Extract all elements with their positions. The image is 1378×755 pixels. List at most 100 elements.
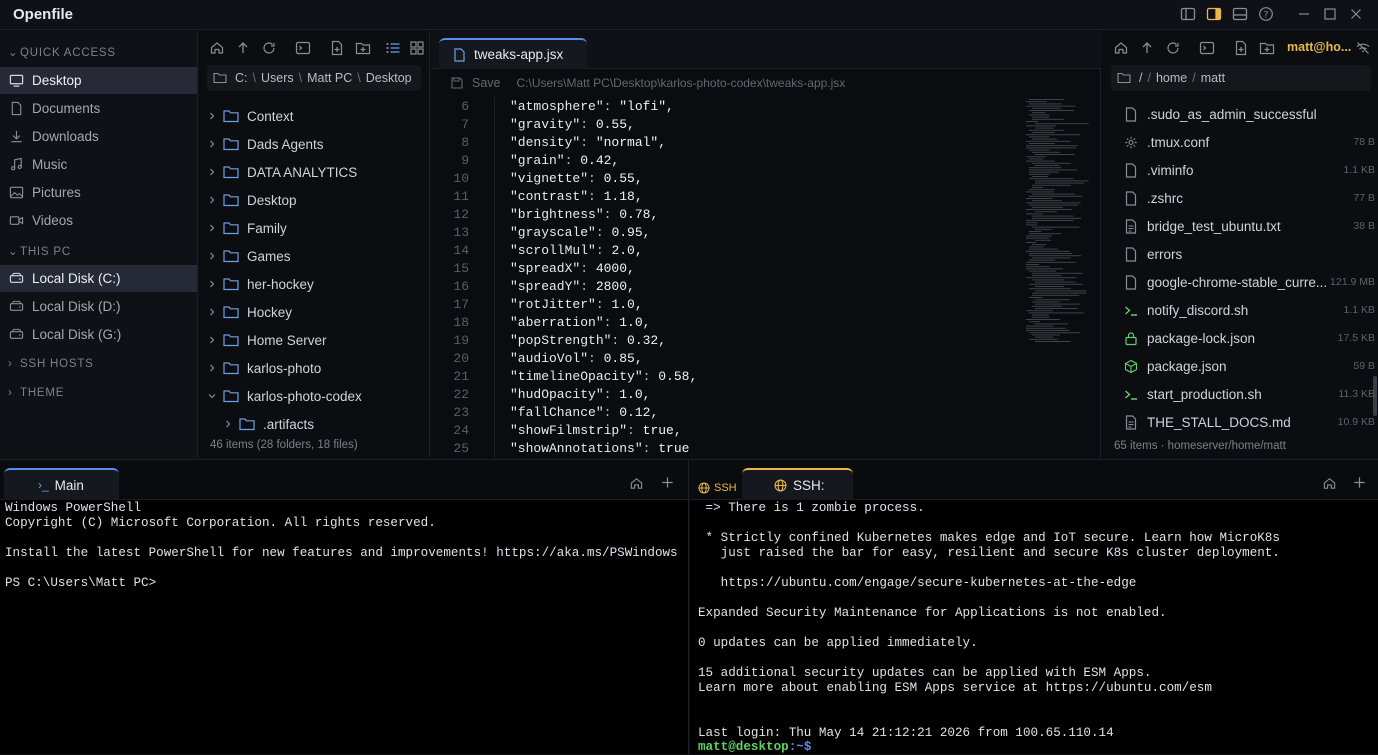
remote-file-item[interactable]: .tmux.conf 78 B: [1102, 128, 1378, 156]
remote-file-item[interactable]: notify_discord.sh 1.1 KB: [1102, 296, 1378, 324]
remote-file-item[interactable]: THE_STALL_DOCS.md 10.9 KB: [1102, 408, 1378, 436]
chevron-right-icon[interactable]: [207, 223, 217, 233]
tree-item[interactable]: karlos-photo-codex: [199, 382, 421, 410]
remote-user-label[interactable]: matt@ho...: [1287, 40, 1351, 54]
terminal-output: Windows PowerShell Copyright (C) Microso…: [5, 501, 678, 590]
code-area[interactable]: 6 "atmosphere": "lofi", 7 "gravity": 0.55, 8…: [431, 97, 1021, 458]
breadcrumb-segment[interactable]: C:: [235, 71, 248, 85]
terminal-tab-ssh[interactable]: SSH:: [742, 468, 853, 500]
sidebar-item-videos[interactable]: Videos: [0, 207, 197, 234]
grid-view-icon[interactable]: [409, 40, 425, 56]
add-terminal-icon[interactable]: [1352, 475, 1367, 490]
breadcrumb-segment[interactable]: /: [1139, 71, 1142, 85]
chevron-right-icon[interactable]: [207, 195, 217, 205]
breadcrumb-segment[interactable]: Users: [261, 71, 294, 85]
tree-item[interactable]: her-hockey: [199, 270, 421, 298]
home-icon[interactable]: [629, 476, 644, 491]
breadcrumb-segment[interactable]: home: [1156, 71, 1187, 85]
section-ssh-hosts[interactable]: › SSH HOSTS: [8, 358, 94, 370]
editor-tab[interactable]: tweaks-app.jsx: [439, 38, 587, 69]
up-arrow-icon[interactable]: [1139, 40, 1155, 56]
tree-item[interactable]: Dads Agents: [199, 130, 421, 158]
remote-file-item[interactable]: google-chrome-stable_curre... 121.9 MB: [1102, 268, 1378, 296]
toggle-sidebar-icon[interactable]: [1180, 6, 1198, 24]
code-line: 14 "scrollMul": 2.0,: [431, 241, 642, 259]
terminal-icon[interactable]: [1199, 40, 1215, 56]
home-icon[interactable]: [1322, 476, 1337, 491]
chevron-right-icon[interactable]: [207, 307, 217, 317]
sidebar-item-downloads[interactable]: Downloads: [0, 123, 197, 150]
add-terminal-icon[interactable]: [660, 475, 675, 490]
breadcrumb[interactable]: / / home / matt: [1111, 65, 1371, 91]
remote-file-item[interactable]: .zshrc 77 B: [1102, 184, 1378, 212]
package-icon: [1124, 359, 1138, 374]
breadcrumb-segment[interactable]: Matt PC: [307, 71, 352, 85]
chevron-right-icon[interactable]: [207, 251, 217, 261]
drive-icon: [9, 271, 24, 286]
remote-file-item[interactable]: .viminfo 1.1 KB: [1102, 156, 1378, 184]
terminal-main[interactable]: ›_ Main Windows PowerShell Copyright (C)…: [0, 459, 689, 754]
save-button[interactable]: Save: [451, 76, 501, 90]
tree-item[interactable]: Family: [199, 214, 421, 242]
sidebar-item-pictures[interactable]: Pictures: [0, 179, 197, 206]
section-quick-access[interactable]: ⌄ QUICK ACCESS: [8, 45, 116, 59]
terminal-tab-main[interactable]: ›_ Main: [4, 468, 119, 500]
remote-file-name: errors: [1147, 246, 1183, 262]
chevron-right-icon[interactable]: [207, 363, 217, 373]
toggle-right-pane-icon[interactable]: [1206, 6, 1224, 24]
new-file-icon[interactable]: [1233, 40, 1249, 56]
section-theme[interactable]: › THEME: [8, 387, 64, 399]
tree-item[interactable]: Home Server: [199, 326, 421, 354]
tree-item[interactable]: Desktop: [199, 186, 421, 214]
chevron-right-icon[interactable]: [223, 419, 233, 429]
up-arrow-icon[interactable]: [235, 40, 251, 56]
refresh-icon[interactable]: [1165, 40, 1181, 56]
chevron-right-icon[interactable]: [207, 111, 217, 121]
sidebar-item-drive[interactable]: Local Disk (G:): [0, 321, 197, 348]
new-file-icon[interactable]: [329, 40, 345, 56]
section-this-pc[interactable]: ⌄ THIS PC: [8, 244, 71, 258]
sidebar-item-music[interactable]: Music: [0, 151, 197, 178]
tree-item[interactable]: DATA ANALYTICS: [199, 158, 421, 186]
breadcrumb-segment[interactable]: Desktop: [366, 71, 412, 85]
remote-file-item[interactable]: errors: [1102, 240, 1378, 268]
sidebar-item-drive[interactable]: Local Disk (D:): [0, 293, 197, 320]
sidebar-item-documents[interactable]: Documents: [0, 95, 197, 122]
toggle-terminal-icon[interactable]: [1232, 6, 1250, 24]
terminal-icon[interactable]: [295, 40, 311, 56]
close-icon[interactable]: [1348, 6, 1366, 24]
tree-item[interactable]: Hockey: [199, 298, 421, 326]
chevron-down-icon[interactable]: [207, 391, 217, 401]
remote-file-item[interactable]: .sudo_as_admin_successful: [1102, 100, 1378, 128]
breadcrumb[interactable]: C: \ Users \ Matt PC \ Desktop: [207, 65, 421, 91]
chevron-right-icon[interactable]: [207, 167, 217, 177]
sidebar-item-desktop[interactable]: Desktop: [0, 67, 197, 94]
breadcrumb-segment[interactable]: matt: [1201, 71, 1225, 85]
ssh-badge[interactable]: SSH: [698, 482, 737, 494]
remote-file-item[interactable]: bridge_test_ubuntu.txt 38 B: [1102, 212, 1378, 240]
minimize-icon[interactable]: [1296, 6, 1314, 24]
tree-item[interactable]: karlos-photo: [199, 354, 421, 382]
remote-file-item[interactable]: package-lock.json 17.5 KB: [1102, 324, 1378, 352]
refresh-icon[interactable]: [261, 40, 277, 56]
sidebar-item-drive[interactable]: Local Disk (C:): [0, 265, 197, 292]
chevron-right-icon[interactable]: [207, 335, 217, 345]
chevron-right-icon[interactable]: [207, 139, 217, 149]
tree-item[interactable]: .artifacts: [199, 410, 421, 438]
maximize-icon[interactable]: [1322, 6, 1340, 24]
new-folder-icon[interactable]: [355, 40, 371, 56]
new-folder-icon[interactable]: [1259, 40, 1275, 56]
home-icon[interactable]: [209, 40, 225, 56]
terminal-ssh[interactable]: SSH SSH: => There is 1 zombie process. *…: [690, 459, 1378, 754]
home-icon[interactable]: [1113, 40, 1129, 56]
list-view-icon[interactable]: [385, 40, 401, 56]
chevron-right-icon[interactable]: [207, 279, 217, 289]
tree-item[interactable]: Context: [199, 102, 421, 130]
code-line: 22 "hudOpacity": 1.0,: [431, 385, 650, 403]
disconnect-icon[interactable]: [1355, 40, 1371, 56]
remote-file-item[interactable]: start_production.sh 11.3 KB: [1102, 380, 1378, 408]
help-icon[interactable]: ?: [1258, 6, 1276, 24]
tree-item[interactable]: Games: [199, 242, 421, 270]
remote-file-item[interactable]: package.json 59 B: [1102, 352, 1378, 380]
minimap[interactable]: [1023, 97, 1093, 347]
